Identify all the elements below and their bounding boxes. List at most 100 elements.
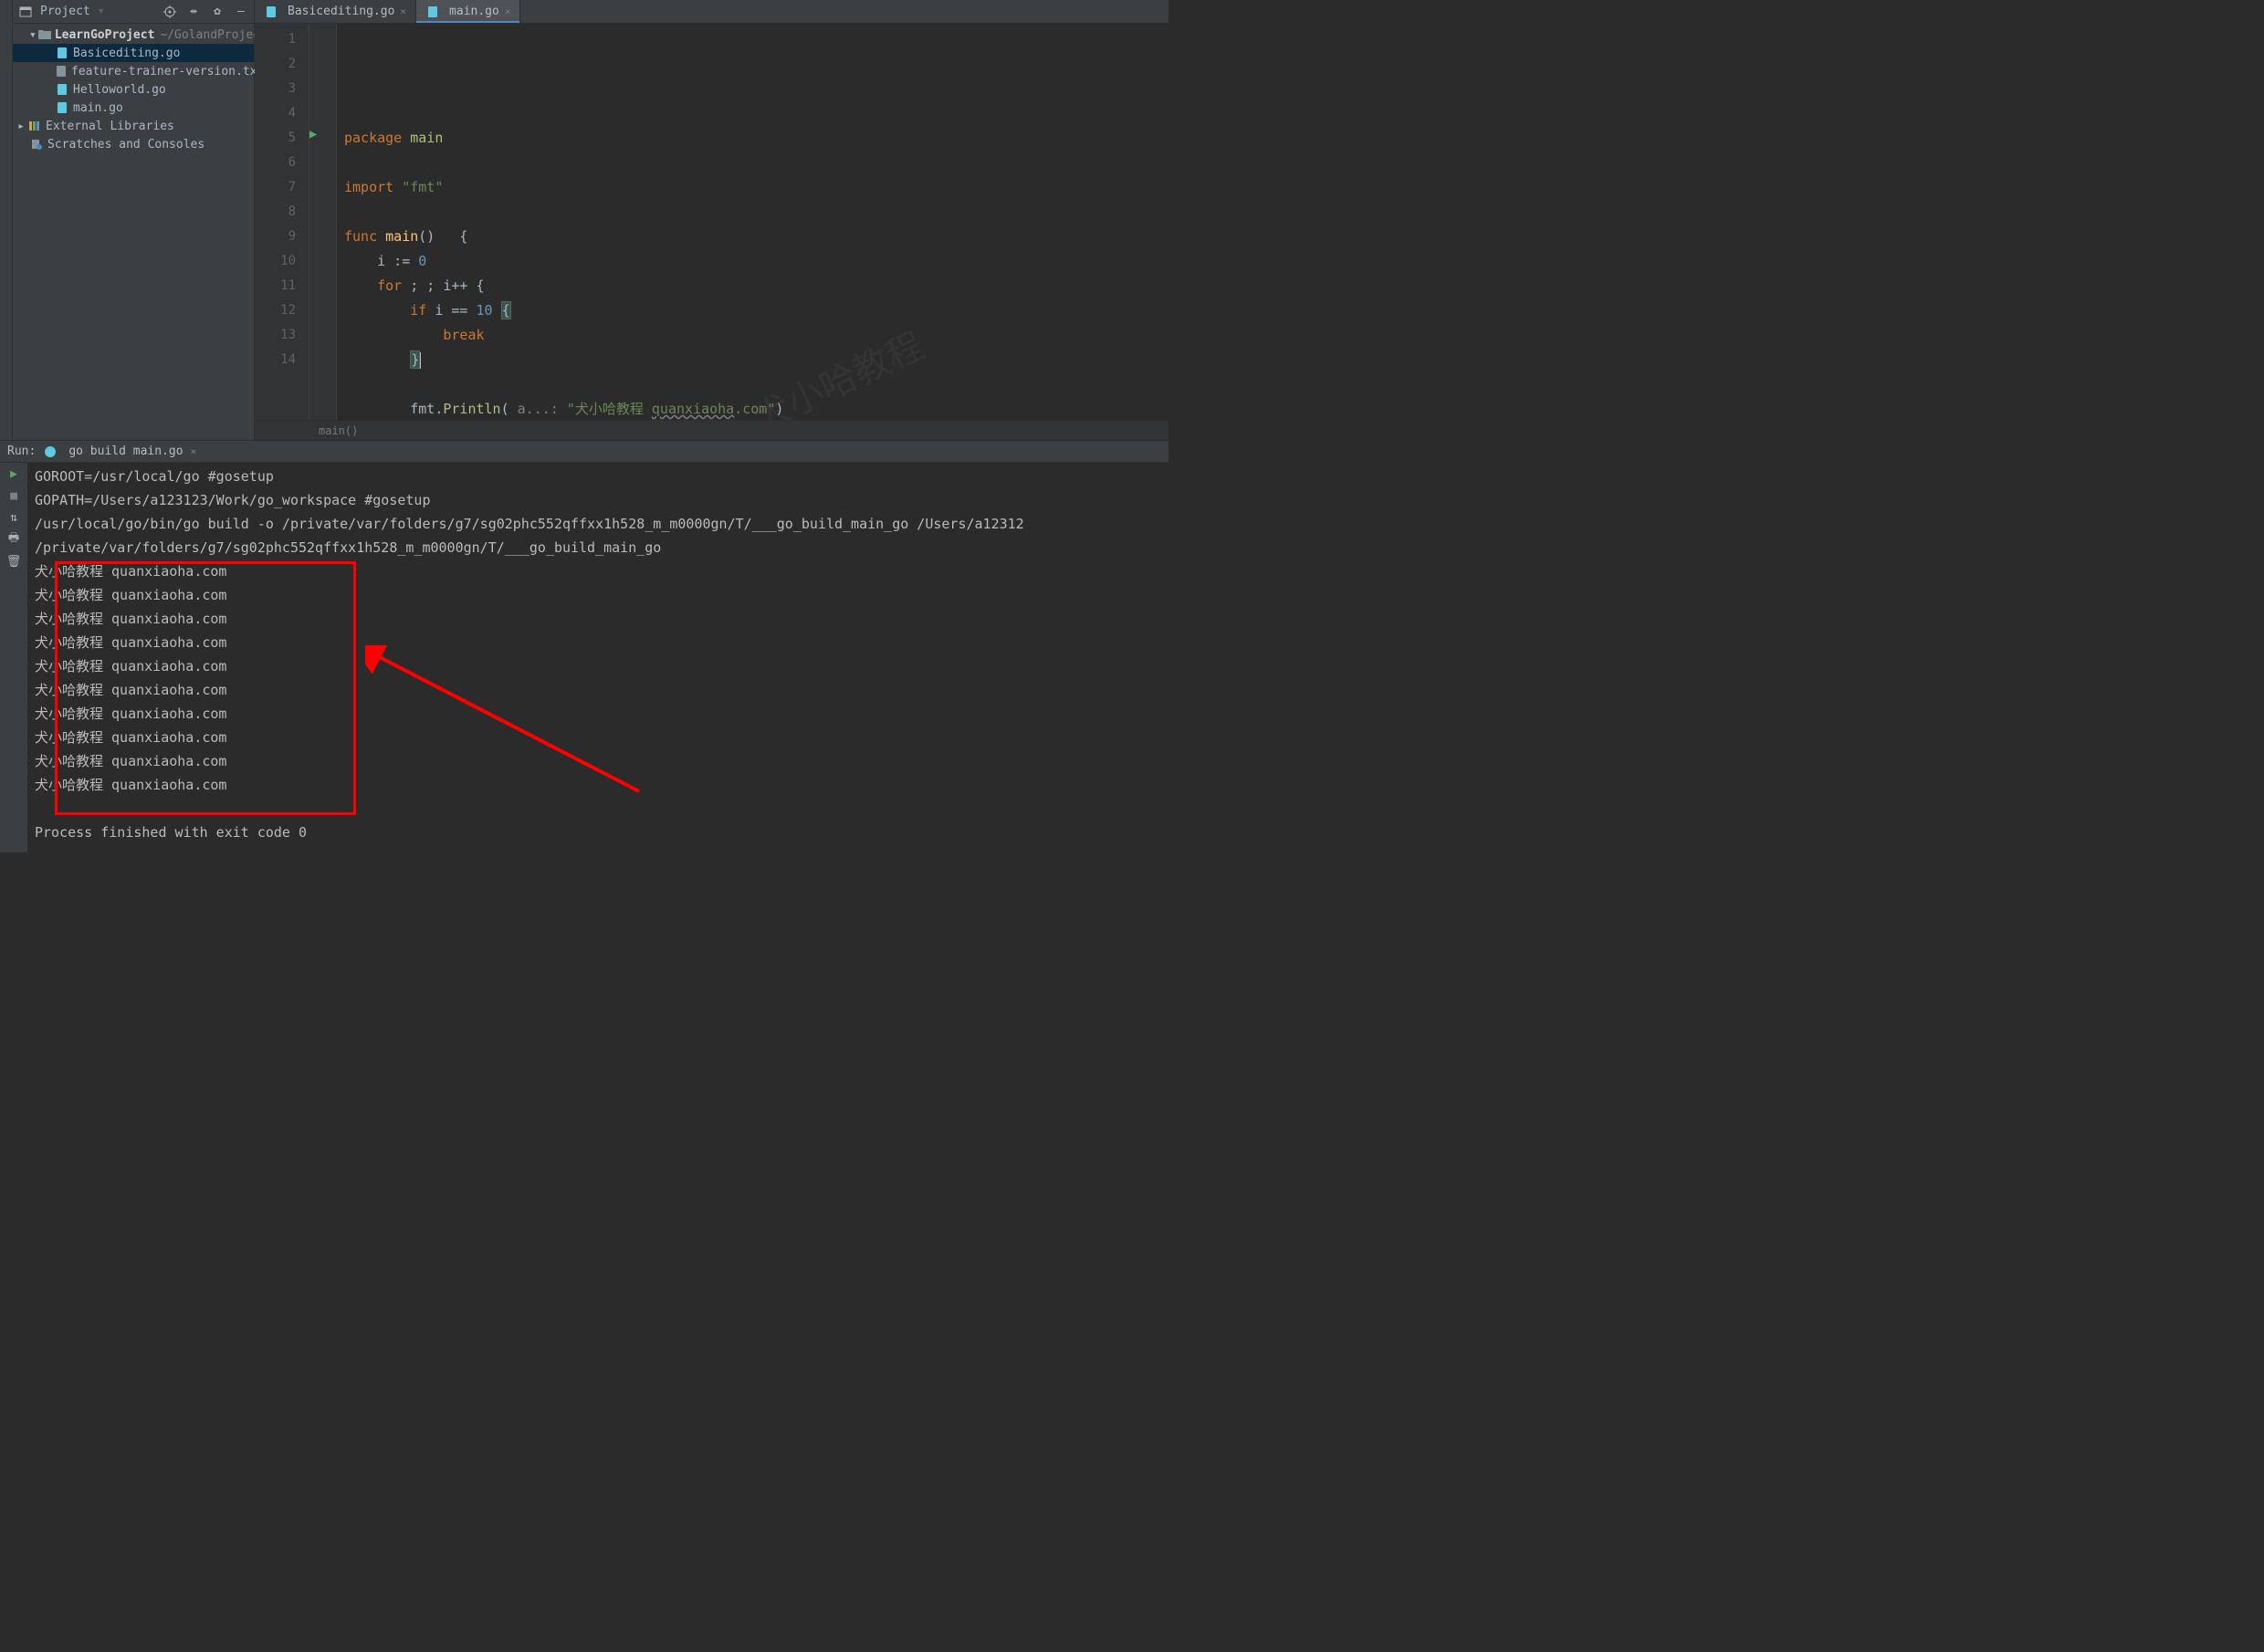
- line-number[interactable]: 13: [255, 323, 309, 348]
- project-title: Project: [40, 5, 90, 18]
- tree-scratches[interactable]: Scratches and Consoles: [13, 135, 254, 153]
- project-panel: Project ▾ ⇹ ✿ — ▾ LearnGoProject ~/Golan…: [13, 0, 255, 440]
- line-number[interactable]: 14: [255, 348, 309, 372]
- code-line: if i == 10 {: [344, 298, 1169, 323]
- line-gutter: 1234567891011121314: [255, 24, 309, 420]
- gutter-marker: [309, 196, 336, 221]
- code-line: }: [344, 348, 1169, 372]
- folder-icon: [38, 27, 51, 42]
- print-icon[interactable]: 🖶: [6, 532, 21, 547]
- go-file-icon: [55, 100, 69, 115]
- line-number[interactable]: 9: [255, 225, 309, 249]
- code-line: for ; ; i++ {: [344, 274, 1169, 298]
- close-icon[interactable]: ×: [191, 445, 197, 457]
- console-output[interactable]: GOROOT=/usr/local/go #gosetupGOPATH=/Use…: [27, 463, 1169, 852]
- code-line: i := 0: [344, 249, 1169, 274]
- console-line: /usr/local/go/bin/go build -o /private/v…: [35, 512, 1161, 536]
- console-line: 犬小哈教程 quanxiaoha.com: [35, 583, 1161, 607]
- editor-body: 1234567891011121314 ▶ package main impor…: [255, 24, 1169, 420]
- hide-icon[interactable]: —: [234, 5, 248, 19]
- console-line: GOPATH=/Users/a123123/Work/go_workspace …: [35, 488, 1161, 512]
- editor-tabs: Basicediting.go × main.go ×: [255, 0, 1169, 24]
- expand-icon[interactable]: ⇹: [186, 5, 201, 19]
- file-name: Helloworld.go: [73, 83, 166, 97]
- line-number[interactable]: 1: [255, 27, 309, 52]
- gutter-marker: [309, 221, 336, 246]
- console-line: 犬小哈教程 quanxiaoha.com: [35, 631, 1161, 654]
- line-number[interactable]: 3: [255, 77, 309, 101]
- code-line: fmt.Println( a...: "犬小哈教程 quanxiaoha.com…: [344, 397, 1169, 420]
- run-label: Run:: [7, 444, 36, 458]
- gutter-marker: [309, 48, 336, 73]
- line-number[interactable]: 12: [255, 298, 309, 323]
- project-panel-header: Project ▾ ⇹ ✿ —: [13, 0, 254, 24]
- project-tree: ▾ LearnGoProject ~/GolandProject Basiced…: [13, 24, 254, 440]
- console-line: 犬小哈教程 quanxiaoha.com: [35, 559, 1161, 583]
- gutter-marker: [309, 24, 336, 48]
- stop-icon[interactable]: ■: [6, 488, 21, 503]
- run-toolbar: ▶ ■ ⇅ 🖶 🗑: [0, 463, 27, 852]
- delete-icon[interactable]: 🗑: [6, 554, 21, 569]
- file-name: feature-trainer-version.txt: [71, 65, 264, 78]
- tree-file[interactable]: Basicediting.go: [13, 44, 254, 62]
- tree-file[interactable]: main.go: [13, 99, 254, 117]
- go-file-icon: [264, 5, 278, 19]
- left-tool-strip: [0, 0, 13, 440]
- line-number[interactable]: 10: [255, 249, 309, 274]
- chevron-right-icon: ▸: [16, 121, 26, 131]
- run-header: Run: go build main.go ×: [0, 441, 1169, 463]
- rerun-icon[interactable]: ▶: [6, 466, 21, 481]
- locate-icon[interactable]: [162, 5, 177, 19]
- tree-external-libs[interactable]: ▸ External Libraries: [13, 117, 254, 135]
- gutter-marker: [309, 98, 336, 122]
- go-file-icon: [55, 46, 69, 60]
- filter-icon[interactable]: ⇅: [6, 510, 21, 525]
- line-number[interactable]: 5: [255, 126, 309, 151]
- line-number[interactable]: 6: [255, 151, 309, 175]
- tab-label: main.go: [449, 5, 499, 18]
- code-line: import "fmt": [344, 175, 1169, 200]
- line-number[interactable]: 7: [255, 175, 309, 200]
- line-number[interactable]: 4: [255, 101, 309, 126]
- file-name: Basicediting.go: [73, 47, 180, 60]
- gutter-marker: ▶: [309, 122, 336, 147]
- close-icon[interactable]: ×: [505, 5, 511, 17]
- console-line: /private/var/folders/g7/sg02phc552qffxx1…: [35, 536, 1161, 559]
- close-icon[interactable]: ×: [400, 5, 406, 17]
- tree-file[interactable]: Helloworld.go: [13, 80, 254, 99]
- line-number[interactable]: 2: [255, 52, 309, 77]
- code-line: break: [344, 323, 1169, 348]
- tree-file[interactable]: feature-trainer-version.txt: [13, 62, 254, 80]
- gutter-marker: [309, 295, 336, 319]
- run-config-name[interactable]: go build main.go: [68, 444, 183, 458]
- code-line: [344, 372, 1169, 397]
- scratches-icon: [29, 137, 44, 152]
- console-line: 犬小哈教程 quanxiaoha.com: [35, 607, 1161, 631]
- run-panel: Run: go build main.go × ▶ ■ ⇅ 🖶 🗑 GOROOT…: [0, 440, 1169, 852]
- editor-tab[interactable]: Basicediting.go ×: [255, 0, 416, 23]
- line-number[interactable]: 11: [255, 274, 309, 298]
- tree-root[interactable]: ▾ LearnGoProject ~/GolandProject: [13, 26, 254, 44]
- console-line: 犬小哈教程 quanxiaoha.com: [35, 702, 1161, 726]
- fold-gutter: ▶: [309, 24, 337, 420]
- txt-file-icon: [55, 64, 68, 78]
- dropdown-icon[interactable]: ▾: [98, 5, 105, 18]
- line-number[interactable]: 8: [255, 200, 309, 225]
- console-line: Process finished with exit code 0: [35, 821, 1161, 844]
- go-icon: [43, 444, 58, 459]
- file-name: main.go: [73, 101, 123, 115]
- console-line: 犬小哈教程 quanxiaoha.com: [35, 678, 1161, 702]
- console-line: GOROOT=/usr/local/go #gosetup: [35, 465, 1161, 488]
- console-line: 犬小哈教程 quanxiaoha.com: [35, 773, 1161, 797]
- tab-label: Basicediting.go: [288, 5, 394, 18]
- gear-icon[interactable]: ✿: [210, 5, 225, 19]
- breadcrumb[interactable]: main(): [255, 420, 1169, 440]
- gutter-marker: [309, 246, 336, 270]
- gutter-marker: [309, 270, 336, 295]
- code-area[interactable]: package main import "fmt" func main() { …: [337, 24, 1169, 420]
- gutter-marker: [309, 344, 336, 369]
- editor-tab[interactable]: main.go ×: [416, 0, 520, 23]
- code-line: func main() {: [344, 225, 1169, 249]
- tree-root-name: LearnGoProject: [55, 28, 155, 42]
- tree-root-path: ~/GolandProject: [160, 28, 267, 42]
